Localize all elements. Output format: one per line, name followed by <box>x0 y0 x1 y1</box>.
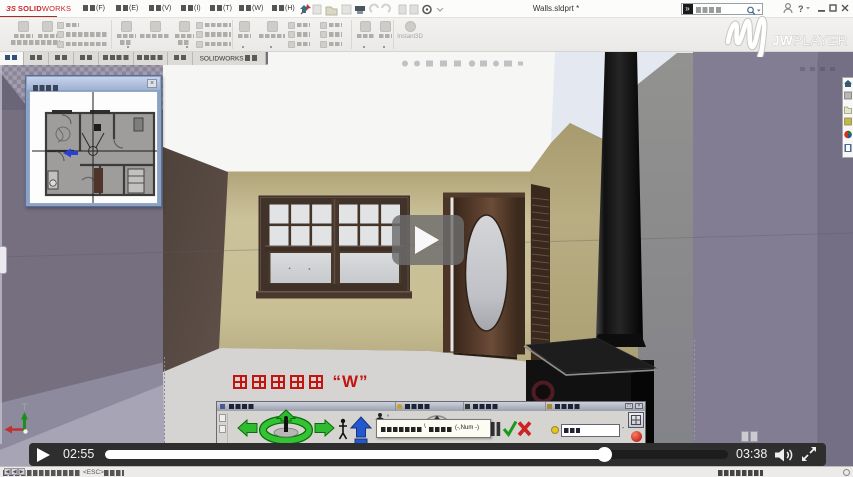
svg-text:JWPLAYER: JWPLAYER <box>772 33 848 48</box>
